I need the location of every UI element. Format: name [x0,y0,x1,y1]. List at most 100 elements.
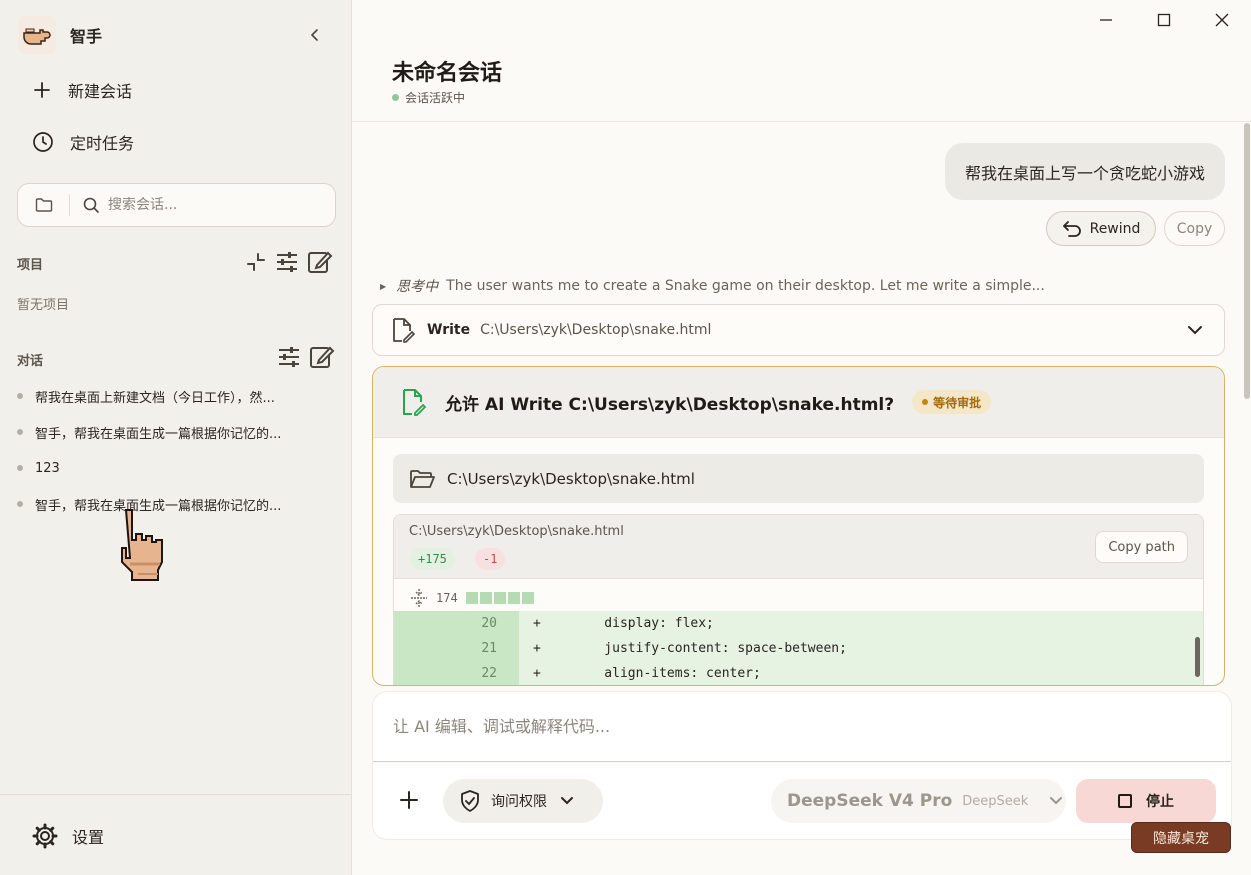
gear-icon [32,823,58,849]
line-sign: + [533,641,541,656]
composer-input-area [373,692,1231,762]
sidebar: 智手 新建会话 定时任务 项目 暂无项目 对话 帮我在桌面上新建文档（今日工作）… [0,0,352,875]
pixel-hand-cursor-icon [118,508,170,592]
window-controls [1077,0,1251,40]
plus-icon [34,82,50,98]
diff-scrollbar[interactable] [1195,637,1200,677]
model-select[interactable]: DeepSeek V4 Pro DeepSeek [771,779,1066,823]
line-number: 21 [394,636,519,661]
badge-dot [922,399,929,405]
conversation-dot [17,501,23,507]
code-line: 22 + align-items: center; [394,661,1203,685]
page-title: 未命名会话 [392,61,503,86]
approval-header: 允许 AI Write C:\Users\zyk\Desktop\snake.h… [373,367,1224,438]
collapse-sidebar-button[interactable] [302,22,328,48]
chevron-down-icon[interactable] [1186,321,1204,339]
composer: 询问权限 DeepSeek V4 Pro DeepSeek 停止 [373,692,1231,839]
scheduled-tasks-label: 定时任务 [70,134,135,153]
file-edit-icon [391,317,415,343]
conversations-tools [277,344,335,374]
file-path-box: C:\Users\zyk\Desktop\snake.html [393,454,1204,503]
conversation-title: 帮我在桌面上新建文档（今日工作），然... [35,390,275,406]
projects-title: 项目 [17,258,44,273]
new-conversation-edit-icon[interactable] [309,344,335,374]
tool-path: C:\Users\zyk\Desktop\snake.html [480,322,712,338]
approval-panel: 允许 AI Write C:\Users\zyk\Desktop\snake.h… [372,366,1225,686]
line-text: display: flex; [573,616,714,631]
status-text: 会话活跃中 [405,91,466,105]
conversation-item[interactable]: 智手，帮我在桌面生成一篇根据你记忆的... [17,422,317,442]
pointing-hand-logo-icon [18,16,56,54]
thinking-toggle[interactable]: ▶ 思考中 The user wants me to create a Snak… [380,276,1220,296]
chat-scrollbar[interactable] [1244,123,1250,399]
line-sign: + [533,616,541,631]
maximize-button[interactable] [1135,0,1193,40]
brand-name: 智手 [70,27,103,46]
new-chat-label: 新建会话 [68,82,133,101]
conversation-dot [17,465,23,471]
sidebar-footer: 设置 [0,794,351,875]
hunk-count: 174 [436,591,458,605]
badge-text: 等待审批 [933,395,982,410]
diff-header: C:\Users\zyk\Desktop\snake.html +175 -1 … [394,515,1203,579]
code-line: 21 + justify-content: space-between; [394,636,1203,661]
line-text: align-items: center; [573,666,761,681]
close-icon [1215,13,1229,27]
projects-tools [245,249,333,279]
deletions-badge: -1 [475,548,506,570]
model-provider: DeepSeek [962,793,1029,809]
stop-square-icon [1118,794,1132,808]
permission-label: 询问权限 [491,794,547,810]
search-input[interactable] [108,197,308,213]
scheduled-tasks-button[interactable]: 定时任务 [32,127,134,157]
approval-title: 允许 AI Write C:\Users\zyk\Desktop\snake.h… [445,394,895,415]
chevron-left-icon [310,29,318,41]
folder-filter-button[interactable] [18,194,70,216]
additions-badge: +175 [410,548,455,570]
rewind-button[interactable]: Rewind [1046,211,1156,246]
minimize-button[interactable] [1077,0,1135,40]
conversation-item[interactable]: 123 [17,458,317,478]
line-number: 22 [394,661,519,685]
thinking-label: 思考中 [396,279,439,295]
filter-sliders-icon[interactable] [277,346,301,372]
user-message: 帮我在桌面上写一个贪吃蛇小游戏 [944,143,1225,200]
hide-desktop-pet-button[interactable]: 隐藏桌宠 [1131,822,1231,853]
expand-triangle-icon: ▶ [380,281,387,291]
conversation-item[interactable]: 帮我在桌面上新建文档（今日工作），然... [17,386,317,406]
file-edit-green-icon [401,388,427,416]
main-panel: 未命名会话 会话活跃中 帮我在桌面上写一个贪吃蛇小游戏 Rewind Copy … [352,0,1251,875]
pending-badge: 等待审批 [912,390,992,414]
minimize-icon [1100,19,1112,21]
copy-message-button[interactable]: Copy [1164,211,1225,246]
model-name: DeepSeek V4 Pro [787,791,953,811]
settings-button[interactable]: 设置 [32,823,104,849]
diff-file-name: C:\Users\zyk\Desktop\snake.html [409,524,624,539]
folder-icon [35,198,52,212]
collapse-all-icon[interactable] [245,251,267,277]
file-path-text: C:\Users\zyk\Desktop\snake.html [447,469,695,488]
close-button[interactable] [1193,0,1251,40]
stop-button[interactable]: 停止 [1076,779,1216,823]
plus-icon [400,791,418,809]
filter-sliders-icon[interactable] [275,251,299,277]
copy-path-button[interactable]: Copy path [1095,531,1188,563]
tool-name: Write [427,322,471,338]
conversation-title: 123 [35,460,60,476]
line-sign: + [533,666,541,681]
thinking-text: The user wants me to create a Snake game… [446,278,1045,294]
stop-label: 停止 [1146,794,1174,810]
new-project-edit-icon[interactable] [307,249,333,279]
chevron-down-icon [559,793,575,809]
clock-icon [33,132,53,152]
attach-button[interactable] [399,790,419,810]
search-icon [82,196,100,214]
maximize-icon [1157,13,1171,27]
search-box [17,183,336,227]
tool-call-card[interactable]: Write C:\Users\zyk\Desktop\snake.html [372,304,1225,356]
permission-select[interactable]: 询问权限 [443,779,603,823]
projects-empty-text: 暂无项目 [17,298,70,313]
prompt-input[interactable] [393,717,1193,736]
code-line: 20 + display: flex; [394,611,1203,636]
new-chat-button[interactable]: 新建会话 [32,75,132,105]
